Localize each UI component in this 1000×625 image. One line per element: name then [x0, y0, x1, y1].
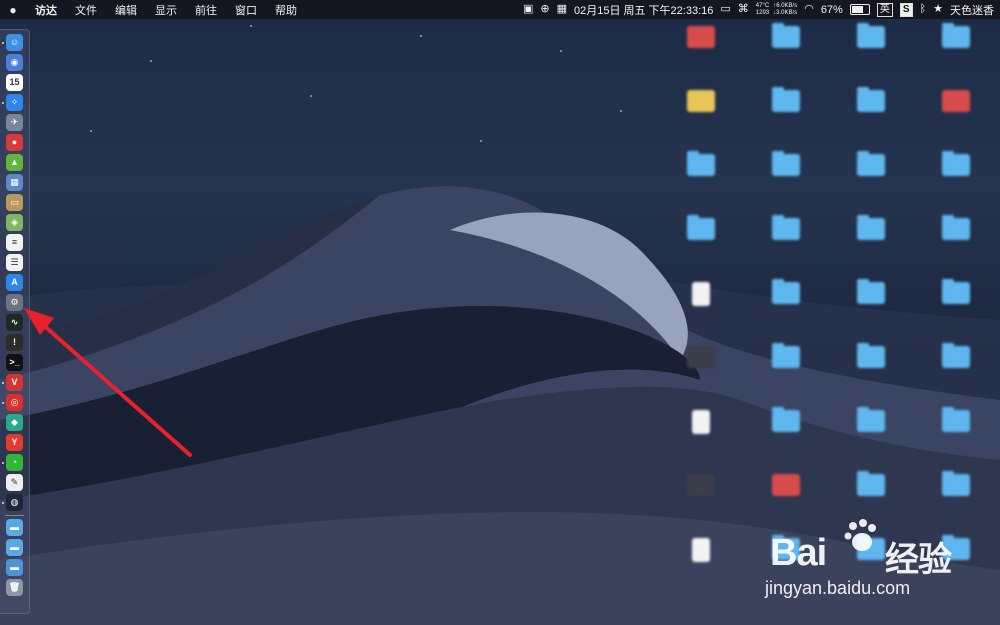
watermark-brand-left: Bai: [770, 532, 827, 574]
watermark-url: jingyan.baidu.com: [765, 578, 911, 598]
watermark-brand-right: 经验: [885, 541, 952, 579]
baidu-paw-icon: [844, 519, 876, 551]
baidu-watermark: Bai 经验 jingyan.baidu.com: [765, 518, 995, 608]
